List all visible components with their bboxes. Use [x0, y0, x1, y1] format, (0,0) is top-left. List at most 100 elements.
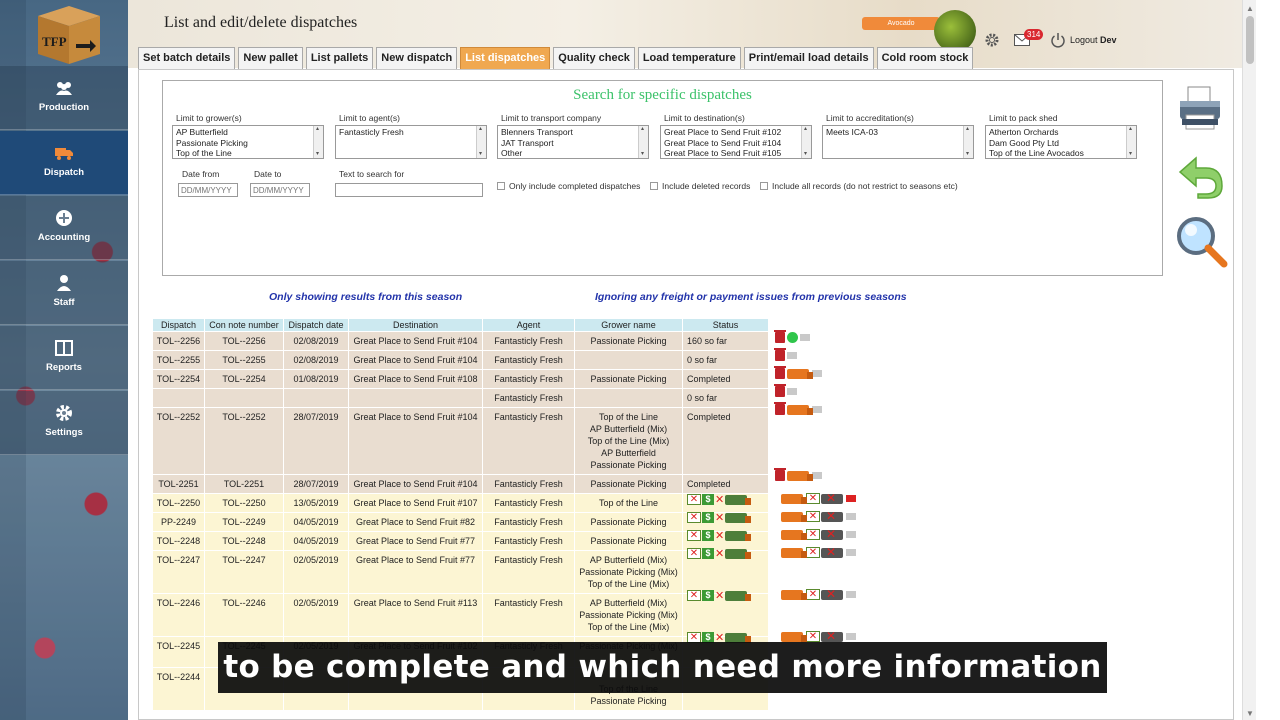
flag-icon[interactable]: [812, 406, 822, 413]
green-truck-icon[interactable]: [725, 530, 752, 541]
table-row[interactable]: TOL--2255 TOL--2255 02/08/2019 Great Place …: [152, 350, 769, 370]
trash-icon[interactable]: [774, 384, 786, 397]
flag-icon[interactable]: [846, 495, 856, 502]
logout-link[interactable]: Logout Dev: [1070, 35, 1117, 45]
table-row[interactable]: TOL--2252 TOL--2252 28/07/2019 Great Place …: [152, 407, 769, 475]
flag-icon[interactable]: [787, 352, 797, 359]
listbox-scrollbar[interactable]: [1126, 126, 1136, 158]
truck-icon[interactable]: [787, 470, 813, 481]
cross-box-icon[interactable]: ✕: [687, 512, 701, 523]
cross-box-icon[interactable]: ✕: [806, 631, 820, 642]
flag-icon[interactable]: [846, 633, 856, 640]
red-x-icon[interactable]: ✕: [715, 529, 724, 542]
agent-listbox[interactable]: Fantasticly Fresh: [335, 125, 487, 159]
table-row[interactable]: Fantasticly Fresh 0 so far: [152, 388, 769, 408]
list-option[interactable]: Atherton Orchards: [989, 127, 1124, 138]
column-header[interactable]: Dispatch date: [283, 318, 349, 332]
listbox-scrollbar[interactable]: [638, 126, 648, 158]
truck-icon[interactable]: [787, 404, 813, 415]
table-row[interactable]: TOL--2254 TOL--2254 01/08/2019 Great Place …: [152, 369, 769, 389]
tab-print-email-load-details[interactable]: Print/email load details: [743, 47, 874, 69]
table-row[interactable]: PP-2249 TOL--2249 04/05/2019 Great Place to…: [152, 512, 769, 532]
cross-box-icon[interactable]: ✕: [687, 548, 701, 559]
trash-icon[interactable]: [774, 330, 786, 343]
flag-icon[interactable]: [812, 370, 822, 377]
tab-new-dispatch[interactable]: New dispatch: [376, 47, 458, 69]
cross-box-icon[interactable]: ✕: [806, 493, 820, 504]
crop-selector[interactable]: Avocado: [862, 17, 940, 30]
cross-box-icon[interactable]: ✕: [687, 530, 701, 541]
sidebar-item-staff[interactable]: Staff: [0, 261, 128, 325]
dollar-icon[interactable]: $: [702, 512, 714, 523]
list-option[interactable]: Dam Good Pty Ltd: [989, 138, 1124, 149]
list-option[interactable]: Great Place to Send Fruit #102: [664, 127, 799, 138]
completed-only-checkbox[interactable]: Only include completed dispatches: [497, 181, 640, 191]
crop-image[interactable]: [934, 10, 976, 52]
column-header[interactable]: Grower name: [574, 318, 683, 332]
truck-icon[interactable]: [781, 589, 807, 600]
red-x-icon[interactable]: ✕: [715, 493, 724, 506]
truck-icon[interactable]: [781, 493, 807, 504]
flag-icon[interactable]: [787, 388, 797, 395]
scroll-up-icon[interactable]: ▲: [1246, 4, 1254, 13]
table-row[interactable]: TOL--2247 TOL--2247 02/05/2019 Great Place …: [152, 550, 769, 594]
list-option[interactable]: Fantasticly Fresh: [339, 127, 474, 138]
flag-icon[interactable]: [846, 591, 856, 598]
trash-icon[interactable]: [774, 366, 786, 379]
trash-icon[interactable]: [774, 468, 786, 481]
tab-load-temperature[interactable]: Load temperature: [637, 47, 741, 69]
red-x-icon[interactable]: ✕: [715, 589, 724, 602]
transport-listbox[interactable]: Blenners Transport JAT Transport Other: [497, 125, 649, 159]
column-header[interactable]: Con note number: [204, 318, 284, 332]
list-option[interactable]: Top of the Line Avocados: [989, 148, 1124, 158]
list-option[interactable]: Blenners Transport: [501, 127, 636, 138]
packshed-listbox[interactable]: Atherton Orchards Dam Good Pty Ltd Top o…: [985, 125, 1137, 159]
include-deleted-checkbox[interactable]: Include deleted records: [650, 181, 750, 191]
tab-cold-room-stock[interactable]: Cold room stock: [876, 47, 974, 69]
table-row[interactable]: TOL--2250 TOL--2250 13/05/2019 Great Place …: [152, 493, 769, 513]
truck-cross-icon[interactable]: [821, 629, 843, 643]
listbox-scrollbar[interactable]: [476, 126, 486, 158]
cross-box-icon[interactable]: ✕: [806, 511, 820, 522]
listbox-scrollbar[interactable]: [313, 126, 323, 158]
column-header[interactable]: Destination: [348, 318, 483, 332]
list-option[interactable]: Other: [501, 148, 636, 158]
tab-list-dispatches[interactable]: List dispatches: [460, 47, 551, 69]
table-row[interactable]: TOL--2248 TOL--2248 04/05/2019 Great Place …: [152, 531, 769, 551]
green-truck-icon[interactable]: [725, 494, 752, 505]
green-truck-icon[interactable]: [725, 548, 752, 559]
smile-icon[interactable]: [787, 332, 798, 343]
cross-box-icon[interactable]: ✕: [806, 529, 820, 540]
sidebar-item-production[interactable]: Production: [0, 66, 128, 130]
green-truck-icon[interactable]: [725, 512, 752, 523]
listbox-scrollbar[interactable]: [963, 126, 973, 158]
checkbox-box[interactable]: [650, 182, 658, 190]
text-search-input[interactable]: [335, 183, 483, 197]
printer-icon[interactable]: [1176, 85, 1226, 133]
column-header[interactable]: Agent: [482, 318, 575, 332]
truck-icon[interactable]: [781, 547, 807, 558]
dollar-icon[interactable]: $: [702, 590, 714, 601]
truck-icon[interactable]: [781, 631, 807, 642]
green-truck-icon[interactable]: [725, 590, 752, 601]
flag-icon[interactable]: [846, 513, 856, 520]
destination-listbox[interactable]: Great Place to Send Fruit #102 Great Pla…: [660, 125, 812, 159]
red-x-icon[interactable]: ✕: [715, 547, 724, 560]
date-from-input[interactable]: [178, 183, 238, 197]
cross-box-icon[interactable]: ✕: [687, 590, 701, 601]
listbox-scrollbar[interactable]: [801, 126, 811, 158]
trash-icon[interactable]: [774, 402, 786, 415]
tab-set-batch-details[interactable]: Set batch details: [138, 47, 236, 69]
settings-gear-icon[interactable]: [984, 32, 1000, 48]
cross-box-icon[interactable]: ✕: [687, 494, 701, 505]
flag-icon[interactable]: [800, 334, 810, 341]
sidebar-item-dispatch[interactable]: Dispatch: [0, 131, 128, 195]
scroll-thumb[interactable]: [1246, 16, 1254, 64]
list-option[interactable]: JAT Transport: [501, 138, 636, 149]
truck-cross-icon[interactable]: [821, 545, 843, 559]
accreditation-listbox[interactable]: Meets ICA-03: [822, 125, 974, 159]
list-option[interactable]: AP Butterfield: [176, 127, 311, 138]
magnifier-icon[interactable]: [1174, 214, 1228, 268]
red-x-icon[interactable]: ✕: [715, 511, 724, 524]
checkbox-box[interactable]: [760, 182, 768, 190]
